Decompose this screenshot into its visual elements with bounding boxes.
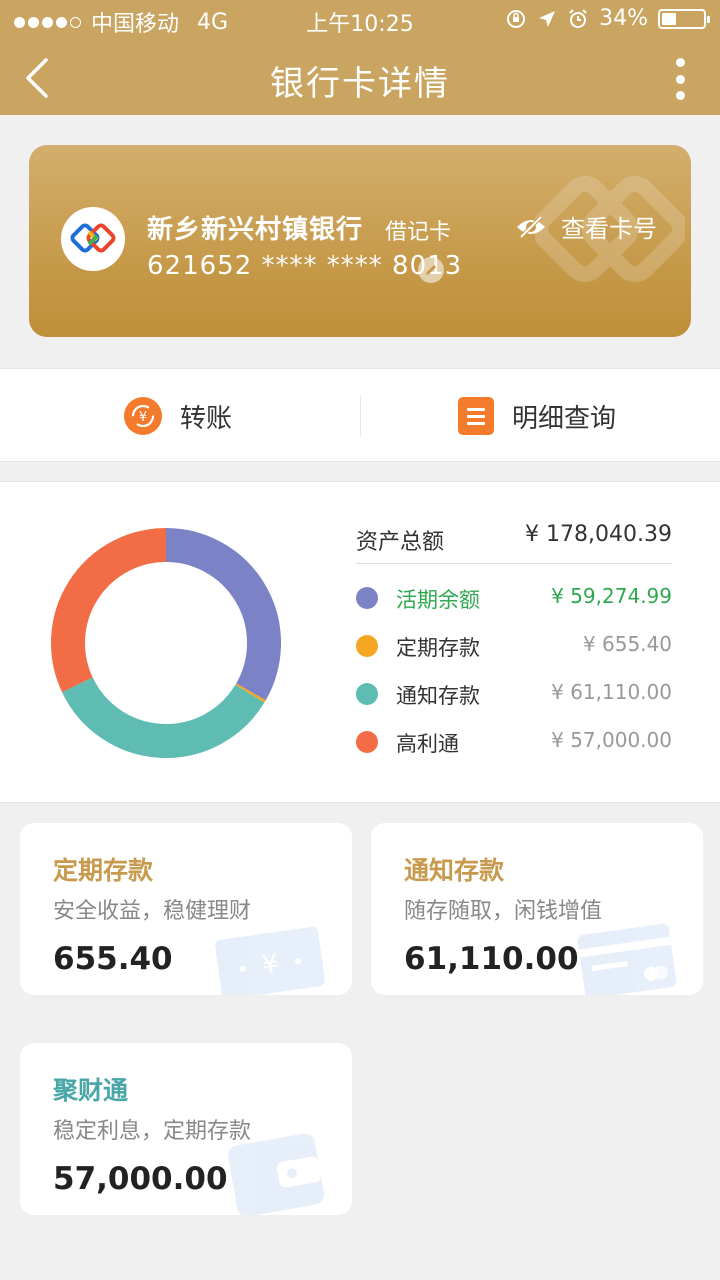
list-icon: [458, 397, 494, 435]
card-number: 621652 **** **** 8013: [147, 251, 463, 281]
battery-percent: 34%: [599, 6, 648, 31]
product-amount: 57,000.00: [53, 1161, 228, 1197]
legend-value: ¥ 655.40: [582, 632, 672, 656]
action-bar: ¥ 转账 明细查询: [0, 368, 720, 462]
legend-label: 活期余额: [396, 588, 480, 612]
more-dot: [675, 74, 685, 84]
product-amount: 655.40: [53, 941, 173, 977]
rotation-lock-icon: [507, 9, 526, 28]
total-assets-label: 资产总额: [356, 530, 445, 555]
legend-item: 定期存款 ¥ 655.40: [356, 631, 672, 661]
view-card-number-label: 查看卡号: [561, 215, 657, 243]
transfer-label: 转账: [180, 403, 233, 434]
asset-donut-chart: [51, 528, 281, 758]
edit-card-button[interactable]: [418, 257, 444, 283]
bank-name: 新乡新兴村镇银行: [147, 215, 364, 245]
total-assets-row: 资产总额 ¥ 178,040.39: [356, 520, 672, 564]
more-dot: [675, 58, 685, 67]
legend-label: 定期存款: [396, 636, 480, 660]
product-card-notice-deposit[interactable]: 通知存款 随存随取，闲钱增值 61,110.00: [371, 823, 703, 995]
legend-dot: [356, 731, 378, 753]
legend-dot: [356, 635, 378, 657]
transfer-icon: ¥: [124, 397, 162, 435]
detail-query-button[interactable]: 明细查询: [458, 369, 616, 463]
legend-value: ¥ 57,000.00: [551, 728, 672, 752]
eye-hidden-icon: [517, 215, 545, 238]
product-name: 聚财通: [53, 1076, 129, 1105]
detail-query-label: 明细查询: [512, 403, 617, 434]
donut-slice: [61, 677, 265, 758]
donut-slice: [165, 528, 281, 701]
page-title: 银行卡详情: [270, 64, 450, 104]
banknote-icon: ¥: [215, 926, 325, 995]
bank-logo: [61, 207, 125, 271]
donut-slice: [51, 528, 167, 693]
navbar: 银行卡详情: [0, 40, 720, 115]
bank-card[interactable]: 新乡新兴村镇银行 借记卡 621652 **** **** 8013 查看卡号: [29, 145, 691, 337]
legend-item: 通知存款 ¥ 61,110.00: [356, 679, 672, 709]
product-description: 安全收益，稳健理财: [53, 899, 252, 924]
legend-dot: [356, 683, 378, 705]
location-icon: [539, 10, 556, 27]
donut-slice: [235, 683, 266, 703]
battery-icon: [658, 8, 710, 29]
product-card-jucaitong[interactable]: 聚财通 稳定利息，定期存款 57,000.00: [20, 1043, 352, 1215]
pencil-icon: [426, 265, 436, 275]
asset-summary: 资产总额 ¥ 178,040.39 活期余额 ¥ 59,274.99 定期存款 …: [0, 481, 720, 803]
legend-item: 活期余额 ¥ 59,274.99: [356, 583, 672, 613]
wallet-icon: [228, 1133, 324, 1215]
credit-card-icon: [577, 923, 677, 995]
product-card-fixed-deposit[interactable]: 定期存款 安全收益，稳健理财 655.40 ¥: [20, 823, 352, 995]
legend-label: 通知存款: [396, 684, 480, 708]
header: 中国移动 4G 上午10:25 34% 银行卡详情: [0, 0, 720, 115]
status-bar: 中国移动 4G 上午10:25 34%: [0, 0, 720, 40]
product-name: 定期存款: [53, 856, 154, 885]
legend-item: 高利通 ¥ 57,000.00: [356, 727, 672, 757]
legend-value: ¥ 61,110.00: [551, 680, 672, 704]
legend-dot: [356, 587, 378, 609]
more-button[interactable]: [672, 58, 688, 100]
product-description: 稳定利息，定期存款: [53, 1119, 252, 1144]
more-dot: [675, 91, 685, 100]
product-description: 随存随取，闲钱增值: [404, 899, 603, 924]
product-amount: 61,110.00: [404, 941, 579, 977]
bank-logo-icon: [70, 223, 116, 253]
alarm-icon: [569, 8, 587, 28]
legend-label: 高利通: [396, 732, 459, 756]
clock: 上午10:25: [306, 12, 414, 37]
svg-text:¥: ¥: [139, 410, 147, 425]
transfer-button[interactable]: ¥ 转账: [124, 369, 232, 463]
action-divider: [360, 395, 361, 437]
legend-value: ¥ 59,274.99: [551, 584, 672, 608]
product-name: 通知存款: [404, 856, 505, 885]
view-card-number-button[interactable]: 查看卡号: [515, 209, 657, 244]
total-assets-value: ¥ 178,040.39: [525, 522, 672, 547]
card-type: 借记卡: [385, 220, 452, 245]
